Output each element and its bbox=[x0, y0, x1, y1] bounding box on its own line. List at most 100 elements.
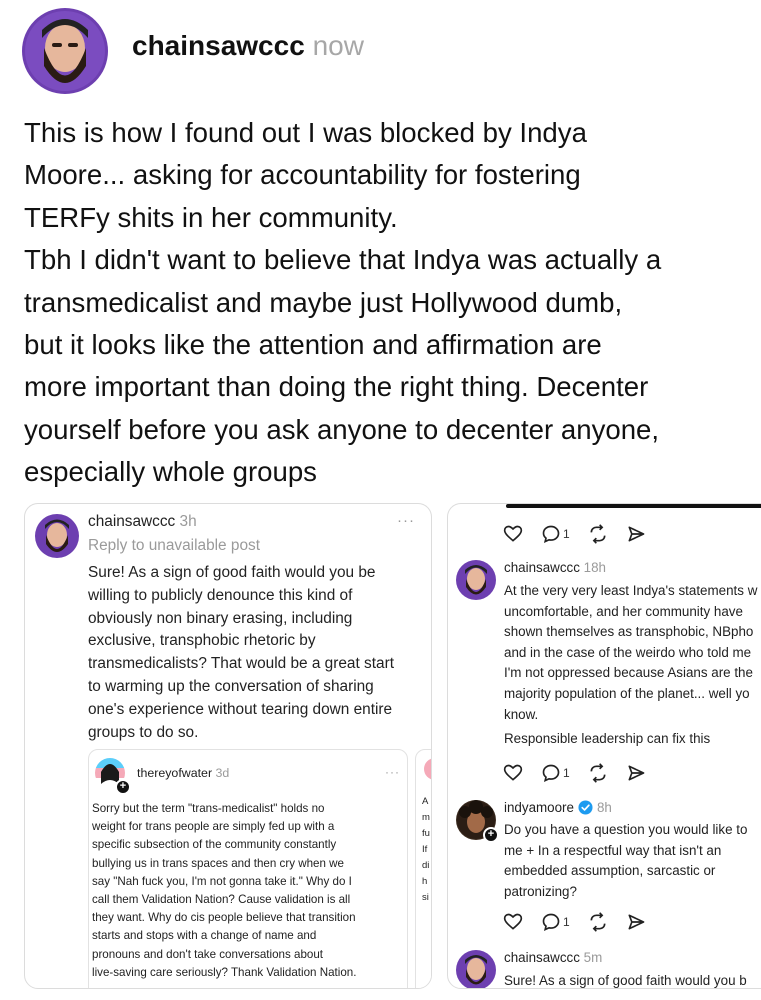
post-line: TERFy shits in her community. bbox=[24, 201, 398, 233]
share-icon bbox=[628, 526, 645, 542]
reply-line: exclusive, transphobic rhetoric by bbox=[88, 632, 316, 650]
reply-line: embedded assumption, sarcastic or bbox=[504, 863, 716, 879]
reply-count: 1 bbox=[563, 915, 570, 929]
reply-line: know. bbox=[504, 706, 539, 722]
reply-line: to warming up the conversation of sharin… bbox=[88, 677, 374, 695]
reply-line: Do you have a question you would like to bbox=[504, 822, 748, 837]
reply-header: chainsawccc 18h bbox=[504, 560, 606, 575]
quoted-line: they want. Why do cis people believe tha… bbox=[92, 911, 356, 925]
quoted-line: say "Nah fuck you, I'm not gonna take it… bbox=[92, 874, 352, 888]
reply-time: 3h bbox=[179, 513, 197, 530]
reply-button[interactable]: 1 bbox=[541, 763, 570, 783]
reply-line: patronizing? bbox=[504, 883, 577, 899]
reply-line: Sure! As a sign of good faith would you … bbox=[88, 564, 376, 581]
reply-line: transmedicalists? That would be a great … bbox=[88, 655, 394, 673]
quoted-line: weight for trans people are simply fed u… bbox=[92, 820, 335, 834]
post-body: This is how I found out I was blocked by… bbox=[24, 112, 739, 494]
reply-body: At the very very least Indya's statement… bbox=[504, 581, 757, 725]
verified-badge-icon bbox=[578, 800, 593, 815]
repost-button[interactable] bbox=[588, 912, 608, 932]
quoted-post[interactable]: + thereyofwater 3d ··· Sorry but the ter… bbox=[88, 749, 408, 988]
reply-line: me + In a respectful way that isn't an bbox=[504, 842, 722, 858]
reply-count: 1 bbox=[563, 766, 570, 780]
repost-button[interactable] bbox=[588, 524, 608, 544]
share-button[interactable] bbox=[626, 524, 646, 544]
reply-author-avatar[interactable] bbox=[35, 514, 79, 558]
quoted-header: thereyofwater 3d bbox=[137, 766, 229, 780]
reply-button[interactable]: 1 bbox=[541, 912, 570, 932]
share-icon bbox=[628, 914, 645, 930]
repost-button[interactable] bbox=[588, 763, 608, 783]
post-line: yourself before you ask anyone to decent… bbox=[24, 413, 660, 445]
post-line: Moore... asking for accountability for f… bbox=[24, 159, 581, 191]
quoted-author-name[interactable]: thereyofwater bbox=[137, 766, 212, 780]
heart-icon bbox=[503, 525, 523, 542]
next-quoted-post-peek[interactable]: A m fu If di h si bbox=[415, 749, 431, 988]
post-line: especially whole groups bbox=[24, 456, 317, 488]
reply-time: 8h bbox=[596, 800, 612, 815]
reply-line: Sure! As a sign of good faith would you … bbox=[504, 973, 747, 988]
like-button[interactable] bbox=[503, 524, 523, 544]
peek-line: si bbox=[422, 892, 429, 903]
more-options-icon[interactable]: ··· bbox=[385, 765, 400, 779]
post-line: This is how I found out I was blocked by… bbox=[24, 117, 587, 148]
heart-icon bbox=[503, 913, 523, 930]
attached-image-right[interactable]: 1 chainsawccc 18h At the very very least… bbox=[447, 503, 761, 989]
reply-header: indyamoore 8h bbox=[504, 800, 612, 815]
reply-body: Do you have a question you would like to… bbox=[504, 820, 747, 902]
post-line: transmedicalist and maybe just Hollywood… bbox=[24, 286, 623, 318]
reply-extra-line: Responsible leadership can fix this bbox=[504, 731, 711, 746]
action-bar: 1 bbox=[503, 912, 646, 932]
peek-body: A m fu If di h si bbox=[422, 794, 430, 906]
more-options-icon[interactable]: ··· bbox=[397, 512, 415, 529]
action-bar: 1 bbox=[503, 524, 646, 544]
follow-badge-icon[interactable]: + bbox=[483, 827, 499, 843]
reply-line: obviously non binary erasing, including bbox=[88, 609, 353, 627]
reply-line: uncomfortable, and her community have bbox=[504, 603, 743, 619]
reply-line: shown themselves as transphobic, NBpho bbox=[504, 624, 754, 640]
reply-author-avatar[interactable] bbox=[456, 950, 496, 988]
reply-button[interactable]: 1 bbox=[541, 524, 570, 544]
attached-image-left[interactable]: chainsawccc 3h ··· Reply to unavailable … bbox=[24, 503, 432, 989]
quoted-line: call them Validation Nation? Cause valid… bbox=[92, 893, 351, 907]
quoted-line: bullying us in trans spaces and then cry… bbox=[92, 856, 344, 870]
reply-author-name[interactable]: indyamoore bbox=[504, 800, 574, 815]
author-name[interactable]: chainsawccc bbox=[132, 30, 305, 61]
repost-icon bbox=[590, 912, 606, 932]
quoted-line: specific subsection of the community con… bbox=[92, 838, 337, 852]
reply-line: I'm not oppressed because Asians are the bbox=[504, 665, 753, 681]
repost-icon bbox=[590, 763, 606, 783]
image-top-edge bbox=[506, 504, 761, 508]
peek-avatar bbox=[424, 758, 431, 780]
post-line: more important than doing the right thin… bbox=[24, 371, 649, 403]
comment-icon bbox=[542, 525, 560, 543]
repost-icon bbox=[590, 524, 606, 544]
share-button[interactable] bbox=[626, 763, 646, 783]
quoted-time: 3d bbox=[215, 766, 230, 780]
reply-count: 1 bbox=[563, 527, 570, 541]
reply-author-name[interactable]: chainsawccc bbox=[504, 950, 580, 965]
peek-line: fu bbox=[422, 828, 430, 839]
follow-badge-icon[interactable]: + bbox=[115, 779, 131, 795]
reply-line: groups to do so. bbox=[88, 723, 199, 741]
reply-line: willing to publicly denounce this kind o… bbox=[88, 586, 353, 604]
post-line: but it looks like the attention and affi… bbox=[24, 329, 602, 361]
comment-icon bbox=[542, 764, 560, 782]
reply-author-name[interactable]: chainsawccc bbox=[88, 513, 175, 530]
like-button[interactable] bbox=[503, 763, 523, 783]
like-button[interactable] bbox=[503, 912, 523, 932]
author-avatar[interactable] bbox=[22, 8, 108, 94]
reply-author-name[interactable]: chainsawccc bbox=[504, 560, 580, 575]
share-button[interactable] bbox=[626, 912, 646, 932]
peek-line: A bbox=[422, 796, 429, 807]
reply-context[interactable]: Reply to unavailable post bbox=[88, 537, 260, 555]
quoted-line: Sorry but the term "trans-medicalist" ho… bbox=[92, 802, 325, 815]
quoted-line: pronouns and don't take conversations ab… bbox=[92, 947, 324, 961]
reply-line: and in the case of the weirdo who told m… bbox=[504, 644, 752, 660]
reply-author-avatar[interactable] bbox=[456, 560, 496, 600]
quoted-line: starts and stops with a change of name a… bbox=[92, 929, 317, 943]
reply-header: chainsawccc 5m bbox=[504, 950, 602, 965]
reply-header: chainsawccc 3h bbox=[88, 513, 197, 531]
heart-icon bbox=[503, 764, 523, 781]
action-bar: 1 bbox=[503, 763, 646, 783]
